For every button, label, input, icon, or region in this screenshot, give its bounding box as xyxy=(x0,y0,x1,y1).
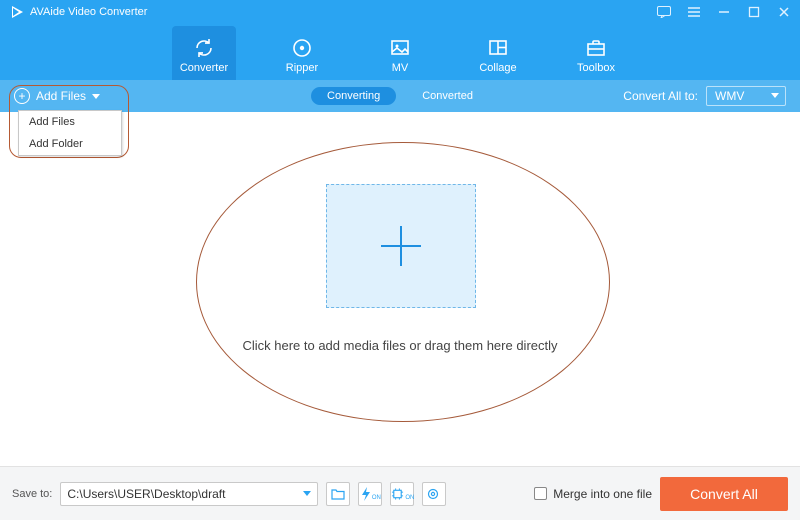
tab-mv[interactable]: MV xyxy=(368,26,432,80)
tab-converter[interactable]: Converter xyxy=(172,26,236,80)
checkbox-icon xyxy=(534,487,547,500)
app-logo-icon xyxy=(10,5,24,19)
convert-all-label: Convert All to: xyxy=(623,89,698,103)
image-icon xyxy=(389,37,411,59)
subtab-converting[interactable]: Converting xyxy=(311,87,396,105)
settings-button[interactable] xyxy=(422,482,446,506)
grid-icon xyxy=(487,37,509,59)
maximize-icon[interactable] xyxy=(746,4,762,20)
save-path-value: C:\Users\USER\Desktop\draft xyxy=(67,487,225,501)
tab-collage[interactable]: Collage xyxy=(466,26,530,80)
briefcase-icon xyxy=(585,37,607,59)
menu-item-add-files[interactable]: Add Files xyxy=(19,111,121,133)
menu-icon[interactable] xyxy=(686,4,702,20)
tab-label: Collage xyxy=(479,62,516,74)
tab-label: Ripper xyxy=(286,62,318,74)
tab-ripper[interactable]: Ripper xyxy=(270,26,334,80)
tab-toolbox[interactable]: Toolbox xyxy=(564,26,628,80)
tab-label: Converter xyxy=(180,62,228,74)
main-tabs: Converter Ripper MV Collage Toolbox xyxy=(0,26,800,80)
subtab-converted[interactable]: Converted xyxy=(406,87,489,105)
dropzone-hint: Click here to add media files or drag th… xyxy=(0,338,800,353)
caret-down-icon xyxy=(92,94,100,99)
add-media-dropzone[interactable] xyxy=(326,184,476,308)
disc-icon xyxy=(291,37,313,59)
convert-all-format-select[interactable]: WMV xyxy=(706,86,786,106)
app-title: AVAide Video Converter xyxy=(30,6,147,18)
tab-label: MV xyxy=(392,62,409,74)
convert-all-button[interactable]: Convert All xyxy=(660,477,788,511)
merge-checkbox[interactable]: Merge into one file xyxy=(534,487,652,501)
minimize-icon[interactable] xyxy=(716,4,732,20)
add-files-button[interactable]: + Add Files xyxy=(14,88,100,104)
close-icon[interactable] xyxy=(776,4,792,20)
convert-button-label: Convert All xyxy=(690,486,758,502)
drop-zone-area: Click here to add media files or drag th… xyxy=(0,112,800,466)
open-folder-button[interactable] xyxy=(326,482,350,506)
add-files-menu: Add Files Add Folder xyxy=(18,110,122,156)
merge-label: Merge into one file xyxy=(553,487,652,501)
plus-circle-icon: + xyxy=(14,88,30,104)
menu-item-add-folder[interactable]: Add Folder xyxy=(19,133,121,155)
caret-down-icon xyxy=(771,93,779,98)
save-path-select[interactable]: C:\Users\USER\Desktop\draft xyxy=(60,482,318,506)
convert-all-value: WMV xyxy=(715,89,744,103)
caret-down-icon xyxy=(303,491,311,496)
plus-icon xyxy=(381,226,421,266)
gpu-button[interactable]: ON xyxy=(390,482,414,506)
save-to-label: Save to: xyxy=(12,488,52,500)
lightning-button[interactable]: ON xyxy=(358,482,382,506)
sync-icon xyxy=(193,37,215,59)
add-files-label: Add Files xyxy=(36,89,86,103)
tab-label: Toolbox xyxy=(577,62,615,74)
feedback-icon[interactable] xyxy=(656,4,672,20)
